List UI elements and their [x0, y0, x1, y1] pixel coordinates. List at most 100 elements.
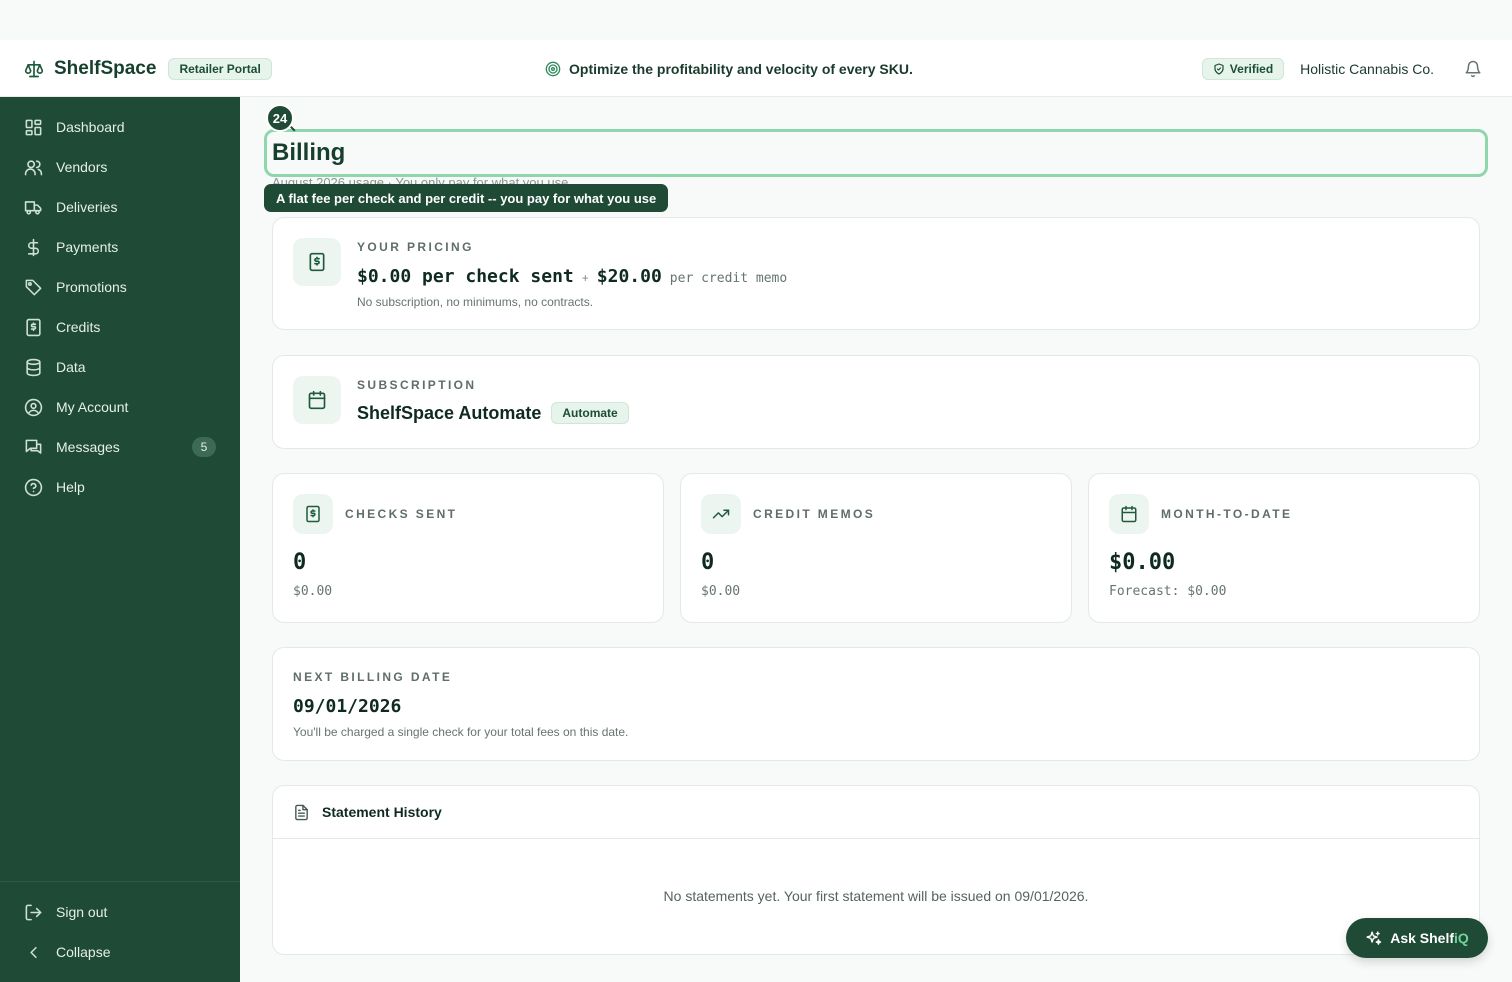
user-circle-icon	[24, 398, 43, 416]
tour-tooltip: A flat fee per check and per credit -- y…	[264, 184, 669, 212]
next-billing-note: You'll be charged a single check for you…	[293, 725, 629, 739]
company-name[interactable]: Holistic Cannabis Co.	[1300, 61, 1434, 77]
tagline-text: Optimize the profitability and velocity …	[569, 60, 913, 77]
messages-count-badge: 5	[192, 437, 216, 457]
sidebar-nav: Dashboard Vendors Deliveries Payments Pr…	[0, 107, 240, 507]
sparkles-icon	[1366, 930, 1382, 945]
sidebar-item-label: Deliveries	[56, 199, 118, 215]
next-billing-label: NEXT BILLING DATE	[293, 670, 453, 684]
sidebar-item-label: Dashboard	[56, 119, 125, 135]
truck-icon	[24, 200, 42, 215]
verified-badge: Verified	[1201, 57, 1285, 80]
stat-value: $0.00	[1109, 550, 1176, 575]
ask-shelfiq-button[interactable]: Ask ShelfiQ	[1346, 918, 1488, 958]
page-title: Billing	[272, 139, 346, 166]
pricing-label: YOUR PRICING	[357, 240, 474, 254]
subscription-row: ShelfSpace Automate Automate	[357, 402, 629, 424]
sidebar-item-deliveries[interactable]: Deliveries	[0, 187, 240, 227]
credit-memos-icon-box	[701, 494, 741, 534]
subscription-name: ShelfSpace Automate	[357, 402, 542, 423]
sidebar-item-label: Promotions	[56, 279, 127, 295]
check-price: $0.00 per check sent	[357, 266, 574, 287]
collapse-button[interactable]: Collapse	[0, 932, 240, 972]
target-icon	[545, 61, 561, 76]
credit-memos-card: CREDIT MEMOS 0 $0.00	[680, 473, 1072, 623]
scale-icon	[24, 60, 44, 77]
subscription-icon-box	[293, 376, 341, 424]
tagline: Optimize the profitability and velocity …	[545, 40, 913, 97]
dashboard-icon	[25, 119, 42, 135]
stat-sub: $0.00	[293, 584, 333, 599]
document-icon	[295, 804, 308, 820]
next-billing-card: NEXT BILLING DATE 09/01/2026 You'll be c…	[272, 647, 1480, 761]
chevron-left-icon	[30, 946, 37, 958]
brand-name: ShelfSpace	[54, 57, 157, 79]
portal-badge: Retailer Portal	[168, 57, 272, 80]
pricing-line: $0.00 per check sent + $20.00 per credit…	[357, 266, 787, 287]
stat-sub: Forecast: $0.00	[1109, 584, 1227, 599]
sidebar-item-label: Data	[56, 359, 86, 375]
checks-icon-box	[293, 494, 333, 534]
plus-sign: +	[581, 271, 589, 285]
ask-label-suffix: iQ	[1454, 930, 1469, 946]
bell-icon[interactable]	[1464, 60, 1482, 78]
statement-history-title: Statement History	[322, 804, 442, 820]
shield-check-icon	[1214, 62, 1224, 75]
sidebar-item-my-account[interactable]: My Account	[0, 387, 240, 427]
sidebar-item-label: Messages	[56, 439, 120, 455]
subscription-card: SUBSCRIPTION ShelfSpace Automate Automat…	[272, 355, 1480, 449]
dollar-icon	[27, 238, 39, 256]
sign-out-label: Sign out	[56, 904, 108, 920]
receipt-icon	[26, 318, 41, 336]
ask-label-prefix: Ask Shelf	[1390, 930, 1455, 946]
pricing-icon-box	[293, 238, 341, 286]
stat-sub: $0.00	[701, 584, 741, 599]
tag-icon	[25, 279, 42, 295]
sidebar-item-dashboard[interactable]: Dashboard	[0, 107, 240, 147]
sidebar-item-promotions[interactable]: Promotions	[0, 267, 240, 307]
next-billing-date: 09/01/2026	[293, 696, 402, 717]
month-to-date-icon-box	[1109, 494, 1149, 534]
top-strip	[0, 0, 1512, 40]
sidebar-bottom: Sign out Collapse	[0, 881, 240, 972]
sidebar-item-payments[interactable]: Payments	[0, 227, 240, 267]
header-right: Verified Holistic Cannabis Co.	[1201, 40, 1482, 97]
subscription-badge: Automate	[551, 402, 629, 424]
brand[interactable]: ShelfSpace Retailer Portal	[24, 40, 272, 97]
month-to-date-card: MONTH-TO-DATE $0.00 Forecast: $0.00	[1088, 473, 1480, 623]
help-icon	[24, 478, 43, 496]
sidebar-item-data[interactable]: Data	[0, 347, 240, 387]
sidebar-item-vendors[interactable]: Vendors	[0, 147, 240, 187]
sidebar-item-label: Payments	[56, 239, 119, 255]
sidebar-item-messages[interactable]: Messages 5	[0, 427, 240, 467]
statement-history-header: Statement History	[273, 786, 1479, 839]
sign-out-icon	[25, 904, 42, 920]
step-badge: 24	[266, 104, 294, 132]
stat-value: 0	[293, 550, 307, 575]
title-highlight	[264, 129, 1488, 177]
credit-price: $20.00	[596, 266, 662, 287]
sidebar-item-help[interactable]: Help	[0, 467, 240, 507]
messages-icon	[25, 439, 42, 454]
subscription-label: SUBSCRIPTION	[357, 378, 477, 392]
sidebar-item-credits[interactable]: Credits	[0, 307, 240, 347]
sign-out-button[interactable]: Sign out	[0, 892, 240, 932]
verified-label: Verified	[1229, 61, 1274, 76]
stat-label: MONTH-TO-DATE	[1161, 507, 1293, 521]
ask-label: Ask ShelfiQ	[1390, 930, 1469, 946]
users-icon	[24, 159, 43, 175]
calendar-icon	[1121, 505, 1137, 523]
sidebar-item-label: Credits	[56, 319, 101, 335]
top-header: ShelfSpace Retailer Portal Optimize the …	[0, 40, 1512, 97]
sidebar: Dashboard Vendors Deliveries Payments Pr…	[0, 97, 240, 982]
sidebar-item-label: Vendors	[56, 159, 108, 175]
pricing-note: No subscription, no minimums, no contrac…	[357, 295, 594, 309]
statement-empty-state: No statements yet. Your first statement …	[663, 888, 1089, 904]
stat-value: 0	[701, 550, 715, 575]
checks-sent-card: CHECKS SENT 0 $0.00	[272, 473, 664, 623]
database-icon	[26, 358, 41, 376]
credit-unit: per credit memo	[669, 271, 788, 286]
calendar-icon	[308, 390, 326, 410]
statement-history-card: Statement History No statements yet. You…	[272, 785, 1480, 955]
receipt-icon	[309, 252, 325, 272]
